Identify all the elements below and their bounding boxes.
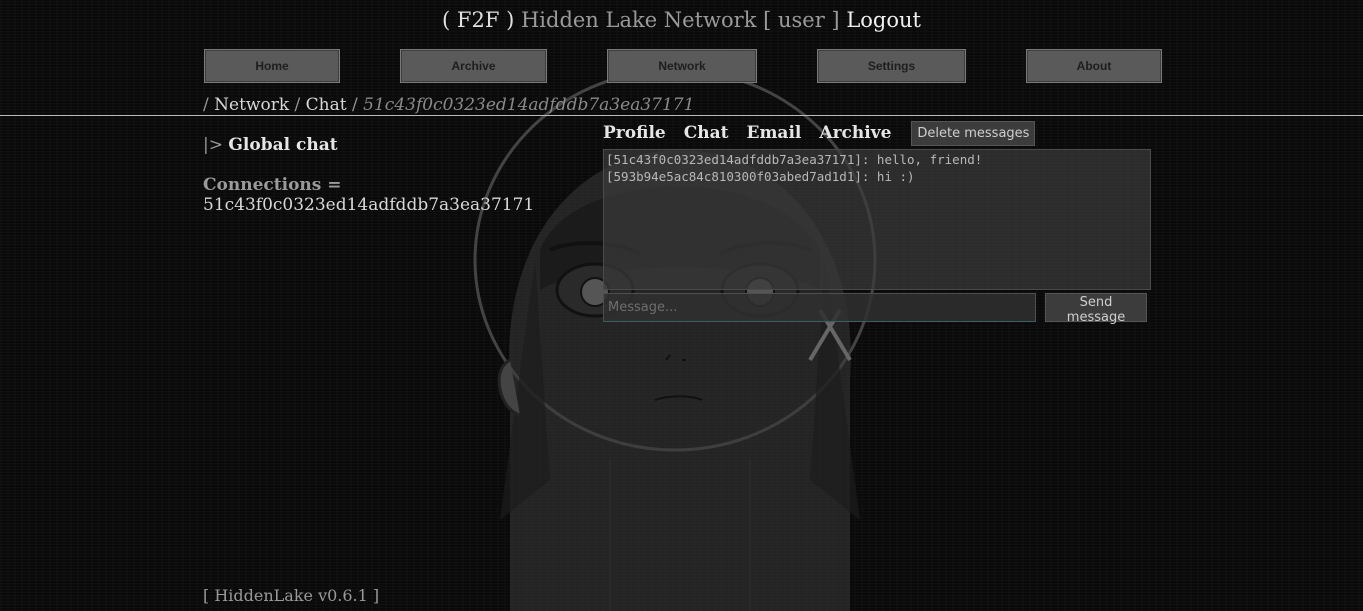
- global-chat-title: Global chat: [228, 135, 338, 155]
- header-divider: [0, 115, 1363, 116]
- breadcrumb-separator: /: [294, 95, 301, 115]
- nav-settings-button[interactable]: Settings: [817, 49, 966, 83]
- connection-item[interactable]: 51c43f0c0323ed14adfddb7a3ea37171: [203, 195, 534, 215]
- breadcrumb-current: 51c43f0c0323ed14adfddb7a3ea37171: [363, 95, 695, 115]
- network-name[interactable]: Hidden Lake Network: [521, 8, 756, 32]
- chat-message-log[interactable]: [51c43f0c0323ed14adfddb7a3ea37171]: hell…: [603, 149, 1151, 290]
- tab-profile[interactable]: Profile: [603, 123, 666, 143]
- global-chat-prefix: |>: [203, 135, 223, 155]
- nav-archive-button[interactable]: Archive: [400, 49, 547, 83]
- logout-link[interactable]: Logout: [846, 8, 921, 32]
- nav-network-button[interactable]: Network: [607, 49, 757, 83]
- connections-label: Connections =: [203, 175, 342, 195]
- f2f-mode-label[interactable]: ( F2F ): [442, 8, 514, 32]
- delete-messages-button[interactable]: Delete messages: [911, 120, 1036, 146]
- breadcrumb-separator: /: [352, 95, 358, 115]
- tab-email[interactable]: Email: [746, 123, 801, 143]
- breadcrumb-chat-link[interactable]: Chat: [306, 95, 347, 115]
- version-footer: [ HiddenLake v0.6.1 ]: [203, 586, 380, 605]
- breadcrumb: / Network / Chat / 51c43f0c0323ed14adfdd…: [203, 95, 694, 115]
- message-input[interactable]: [603, 293, 1036, 322]
- breadcrumb-separator: /: [203, 95, 209, 115]
- nav-about-button[interactable]: About: [1026, 49, 1162, 83]
- chat-message: [593b94e5ac84c810300f03abed7ad1d1]: hi :…: [606, 169, 915, 184]
- site-header: ( F2F ) Hidden Lake Network [ user ] Log…: [0, 8, 1363, 32]
- breadcrumb-network-link[interactable]: Network: [214, 95, 289, 115]
- chat-message: [51c43f0c0323ed14adfddb7a3ea37171]: hell…: [606, 152, 983, 167]
- chat-sidebar: |> Global chat Connections = 51c43f0c032…: [203, 135, 534, 215]
- tab-chat[interactable]: Chat: [684, 123, 729, 143]
- user-label[interactable]: [ user ]: [763, 8, 840, 32]
- main-nav: Home Archive Network Settings About: [0, 49, 1363, 85]
- chat-tabs: Profile Chat Email Archive Delete messag…: [603, 120, 1036, 146]
- send-message-button[interactable]: Send message: [1045, 293, 1147, 325]
- nav-home-button[interactable]: Home: [204, 49, 340, 83]
- tab-archive[interactable]: Archive: [819, 123, 891, 143]
- global-chat-link[interactable]: |> Global chat: [203, 135, 534, 155]
